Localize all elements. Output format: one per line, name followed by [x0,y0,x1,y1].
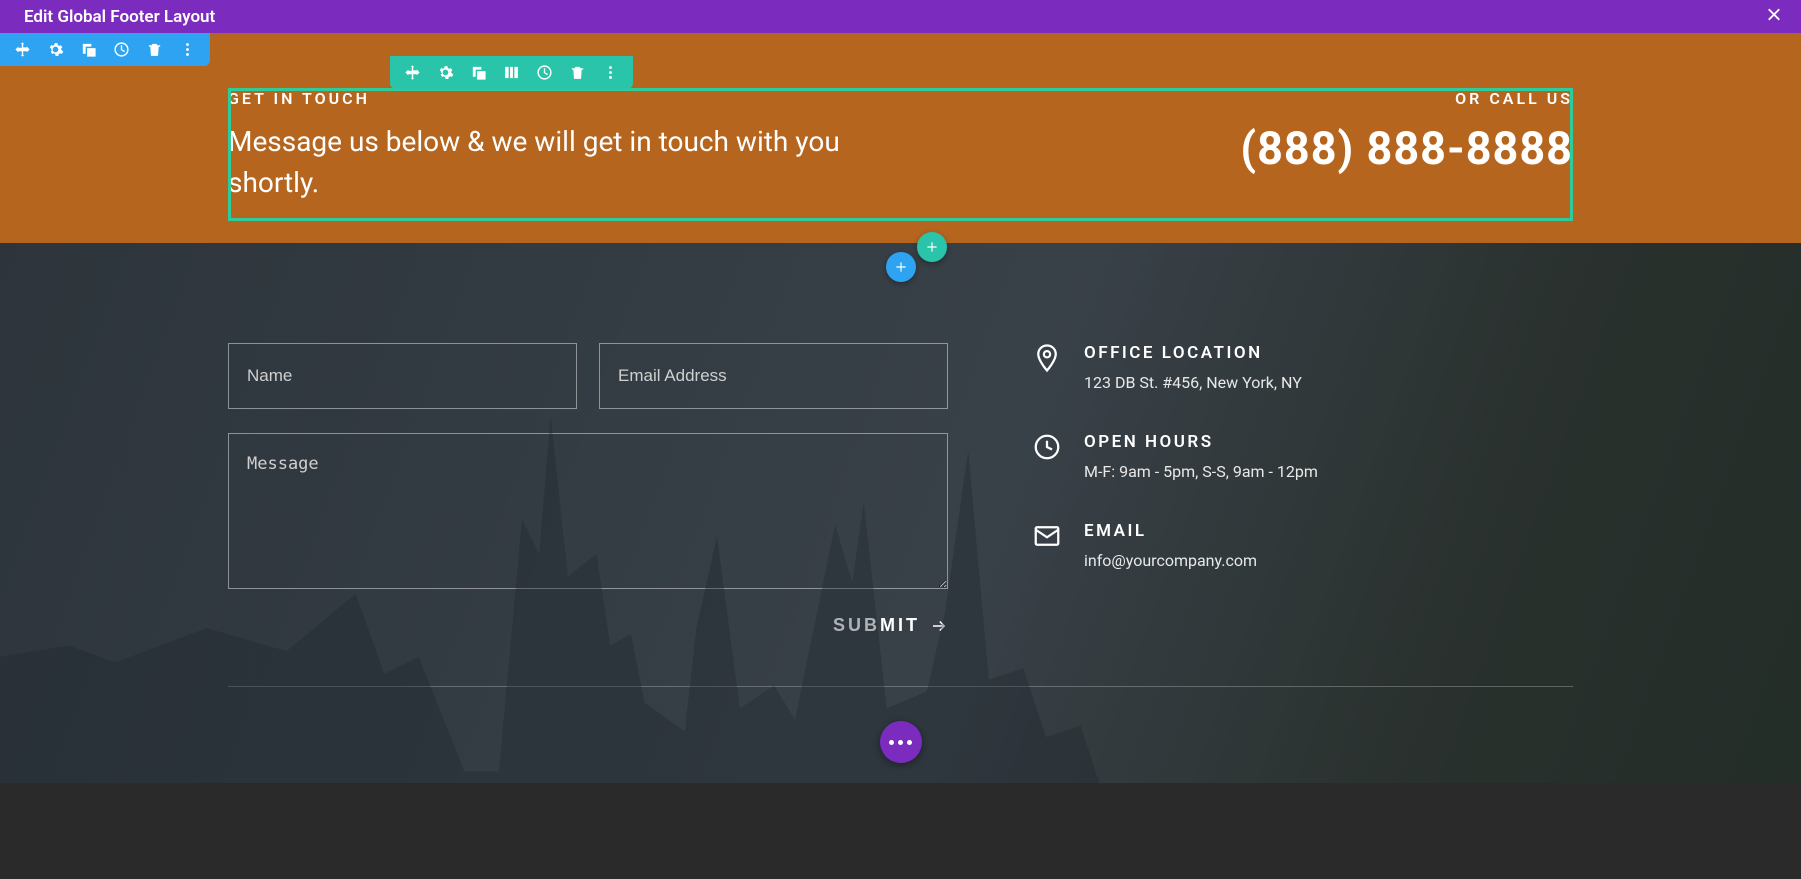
dot-icon [907,740,912,745]
email-input[interactable] [599,343,948,409]
hero-section: GET IN TOUCH Message us below & we will … [0,33,1801,243]
close-icon [1765,5,1783,23]
row-toolbar [390,56,633,89]
submit-button[interactable]: SUBMIT [833,615,948,636]
hero-right-column: OR CALL US (888) 888-8888 [1035,89,1573,175]
or-call-us-eyebrow: OR CALL US [1035,89,1573,108]
hero-message: Message us below & we will get in touch … [228,122,927,203]
delete-section-icon[interactable] [146,41,163,58]
hero-left-column: GET IN TOUCH Message us below & we will … [228,89,927,203]
save-section-icon[interactable] [113,41,130,58]
open-hours-title: OPEN HOURS [1084,432,1318,452]
message-textarea[interactable] [228,433,948,589]
dot-icon [898,740,903,745]
save-row-icon[interactable] [536,64,553,81]
move-row-icon[interactable] [404,64,421,81]
envelope-icon [1032,521,1062,551]
editor-title: Edit Global Footer Layout [24,7,215,27]
email-title: EMAIL [1084,521,1257,541]
duplicate-row-icon[interactable] [470,64,487,81]
contact-section: SUBMIT OFFICE LOCATION 123 DB St. #456, … [0,243,1801,783]
plus-icon [925,240,939,254]
clock-icon [1032,432,1062,462]
page-settings-fab[interactable] [880,721,922,763]
office-location-detail: 123 DB St. #456, New York, NY [1084,373,1302,392]
move-section-icon[interactable] [14,41,31,58]
open-hours-block: OPEN HOURS M-F: 9am - 5pm, S-S, 9am - 12… [1032,432,1573,481]
close-editor-button[interactable] [1765,5,1783,28]
email-block: EMAIL info@yourcompany.com [1032,521,1573,570]
open-hours-detail: M-F: 9am - 5pm, S-S, 9am - 12pm [1084,462,1318,481]
more-row-icon[interactable] [602,64,619,81]
editor-title-bar: Edit Global Footer Layout [0,0,1801,33]
add-section-button[interactable] [886,252,916,282]
office-location-block: OFFICE LOCATION 123 DB St. #456, New Yor… [1032,343,1573,392]
arrow-right-icon [930,617,948,635]
delete-row-icon[interactable] [569,64,586,81]
add-row-button[interactable] [917,232,947,262]
columns-row-icon[interactable] [503,64,520,81]
get-in-touch-eyebrow: GET IN TOUCH [228,89,927,108]
phone-number: (888) 888-8888 [1035,122,1573,175]
settings-section-icon[interactable] [47,41,64,58]
settings-row-icon[interactable] [437,64,454,81]
duplicate-section-icon[interactable] [80,41,97,58]
footer-divider [228,686,1573,687]
submit-label: SUBMIT [833,615,920,636]
contact-form: SUBMIT [228,343,948,636]
more-section-icon[interactable] [179,41,196,58]
email-detail: info@yourcompany.com [1084,551,1257,570]
map-pin-icon [1032,343,1062,373]
dot-icon [889,740,894,745]
office-location-title: OFFICE LOCATION [1084,343,1302,363]
section-toolbar [0,33,210,66]
contact-info-column: OFFICE LOCATION 123 DB St. #456, New Yor… [1008,343,1573,636]
plus-icon [894,260,908,274]
name-input[interactable] [228,343,577,409]
